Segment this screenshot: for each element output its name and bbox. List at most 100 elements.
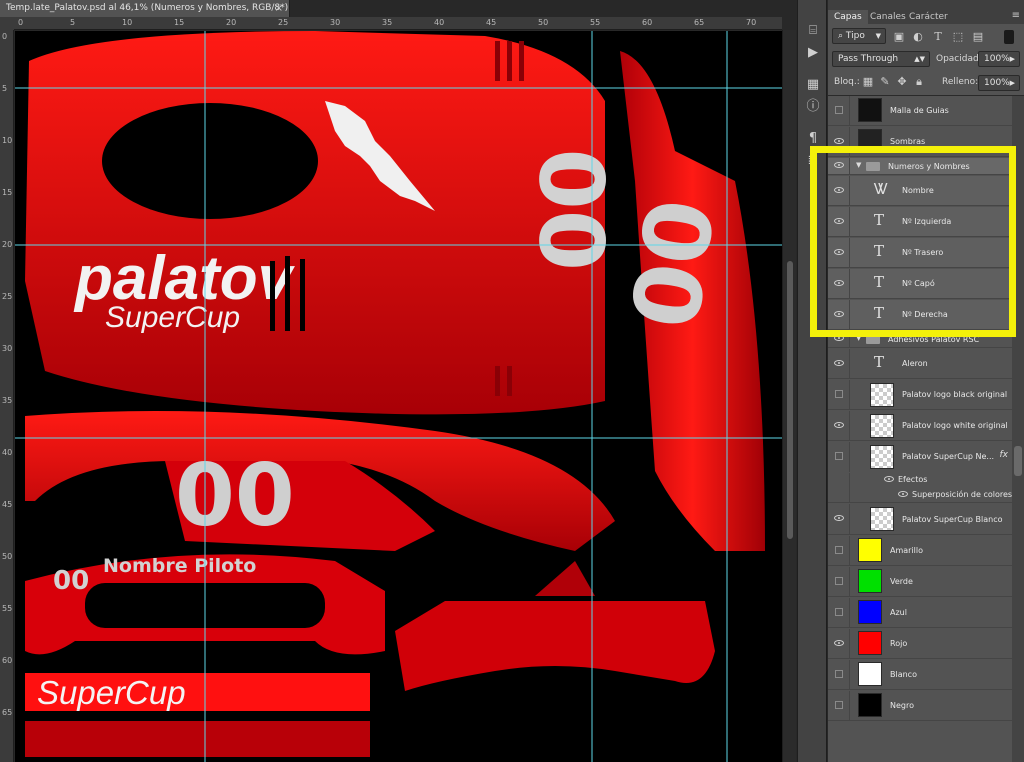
effects-label: Efectos <box>898 475 928 484</box>
layer-name: Palatov logo black original <box>902 390 1008 399</box>
tab-caracter[interactable]: Carácter <box>903 10 954 24</box>
layer-row[interactable]: T Aleron <box>828 349 1012 379</box>
layer-name: Amarillo <box>890 546 924 555</box>
ruler-top-tick: 10 <box>122 18 133 27</box>
highlight-annotation-box <box>810 146 1016 337</box>
document-tab[interactable]: Temp.late_Palatov.psd al 46,1% (Numeros … <box>0 0 290 17</box>
filter-text-icon[interactable]: T <box>931 30 945 44</box>
filter-search-icon: ⌕ <box>838 31 846 41</box>
history-icon[interactable]: ⌸ <box>804 22 822 40</box>
hood-vent-2 <box>507 41 512 81</box>
layer-row[interactable]: Amarillo <box>828 536 1012 566</box>
layer-visibility-toggle[interactable] <box>828 504 850 534</box>
filter-smart-icon[interactable]: ▤ <box>971 30 985 44</box>
layer-visibility-toggle[interactable] <box>828 629 850 658</box>
layer-row[interactable]: Palatov SuperCup Ne... fx <box>828 442 1012 472</box>
layer-visibility-toggle[interactable] <box>828 567 850 596</box>
effect-row[interactable]: Superposición de colores <box>828 487 1012 503</box>
layer-visibility-toggle[interactable] <box>828 96 850 125</box>
fx-icon[interactable]: fx <box>1000 450 1009 460</box>
layer-visibility-toggle[interactable] <box>828 349 850 378</box>
ruler-top-tick: 0 <box>18 18 24 27</box>
opacity-value: 100% <box>984 54 1010 64</box>
layer-row[interactable]: Rojo <box>828 629 1012 659</box>
hidden-box-icon <box>835 390 843 398</box>
ruler-top[interactable]: 0 5 10 15 20 25 30 35 40 45 50 55 60 65 70 <box>14 17 782 30</box>
ruler-left[interactable]: 0 5 10 15 20 25 30 35 40 45 50 55 60 65 <box>0 30 14 762</box>
hidden-box-icon <box>835 608 843 616</box>
layer-name: Malla de Guias <box>890 106 949 115</box>
layers-scroll-thumb[interactable] <box>1014 446 1022 476</box>
layer-visibility-toggle[interactable] <box>828 442 850 472</box>
layer-row[interactable]: Palatov logo white original <box>828 411 1012 441</box>
layer-name: Azul <box>890 608 907 617</box>
layer-visibility-toggle[interactable] <box>828 473 894 487</box>
opacity-input[interactable]: 100% ▶ <box>978 51 1020 67</box>
layer-row[interactable]: Malla de Guias <box>828 96 1012 126</box>
filter-adjust-icon[interactable]: ◐ <box>911 30 925 44</box>
document-area: Temp.late_Palatov.psd al 46,1% (Numeros … <box>0 0 796 762</box>
layer-name: Negro <box>890 701 914 710</box>
layer-visibility-toggle[interactable] <box>828 598 850 627</box>
ruler-left-tick: 35 <box>2 396 13 405</box>
filter-toggle[interactable] <box>1004 30 1014 44</box>
actions-play-icon[interactable]: ▶ <box>804 44 822 62</box>
layer-thumbnail <box>870 383 894 407</box>
filter-kind-select[interactable]: ⌕ Tipo ▼ <box>832 28 886 44</box>
lock-move-icon[interactable]: ✥ <box>895 75 909 89</box>
ruler-corner <box>0 17 14 30</box>
close-tab-icon[interactable]: × <box>275 0 283 17</box>
layer-visibility-toggle[interactable] <box>828 536 850 565</box>
lock-all-icon[interactable]: 🔒︎ <box>912 75 926 89</box>
layer-visibility-toggle[interactable] <box>828 411 850 440</box>
effects-row[interactable]: Efectos <box>828 473 1012 487</box>
chevron-down-icon: ▶ <box>1009 55 1015 63</box>
tab-capas[interactable]: Capas <box>828 10 868 24</box>
layer-row[interactable]: Blanco <box>828 660 1012 690</box>
ruler-top-tick: 25 <box>278 18 289 27</box>
ruler-top-tick: 70 <box>746 18 757 27</box>
ruler-left-tick: 65 <box>2 708 13 717</box>
panel-menu-icon[interactable]: ≡ <box>1012 10 1020 21</box>
ruler-left-tick: 40 <box>2 448 13 457</box>
layer-visibility-toggle[interactable] <box>828 380 850 409</box>
layer-row[interactable]: Palatov SuperCup Blanco <box>828 504 1012 535</box>
driver-name-label: Nombre Piloto <box>103 555 256 577</box>
layer-thumbnail <box>870 414 894 438</box>
layer-visibility-toggle[interactable] <box>828 691 850 720</box>
eye-icon <box>898 491 908 497</box>
ruler-top-tick: 20 <box>226 18 237 27</box>
fill-input[interactable]: 100% ▶ <box>978 75 1020 91</box>
layer-row[interactable]: Negro <box>828 691 1012 721</box>
layer-thumbnail <box>858 538 882 562</box>
layer-name: Verde <box>890 577 913 586</box>
canvas[interactable]: palatov SuperCup 00 00 00 00 Nombre Pilo… <box>15 31 782 762</box>
ruler-top-tick: 50 <box>538 18 549 27</box>
ruler-left-tick: 10 <box>2 136 13 145</box>
door-number: 00 <box>175 446 295 546</box>
filter-shape-icon[interactable]: ⬚ <box>951 30 965 44</box>
layer-row[interactable]: Palatov logo black original <box>828 380 1012 410</box>
panel-dock-strip: ⌸ ▶ ▦ ⓘ ¶ ≣ <box>797 0 827 762</box>
layer-row[interactable]: Verde <box>828 567 1012 597</box>
layer-name: Aleron <box>902 359 928 368</box>
hidden-box-icon <box>835 701 843 709</box>
info-icon[interactable]: ⓘ <box>804 98 822 116</box>
canvas-scroll-thumb[interactable] <box>786 260 794 540</box>
filter-pixel-icon[interactable]: ▣ <box>892 30 906 44</box>
layer-visibility-toggle[interactable] <box>828 660 850 689</box>
canvas-vertical-scrollbar[interactable] <box>782 30 796 762</box>
layer-name: Blanco <box>890 670 917 679</box>
hood-sub-text: SuperCup <box>105 301 240 334</box>
effect-name: Superposición de colores <box>912 490 1013 499</box>
swatches-icon[interactable]: ▦ <box>804 76 822 94</box>
lock-label: Bloq.: <box>834 77 860 87</box>
lock-paint-icon[interactable]: ✎ <box>878 75 892 89</box>
lock-transparency-icon[interactable]: ▦ <box>861 75 875 89</box>
layer-row[interactable]: Azul <box>828 598 1012 628</box>
blend-mode-select[interactable]: Pass Through ▲▼ <box>832 51 930 67</box>
filter-kind-value: Tipo <box>845 31 865 41</box>
layer-visibility-toggle[interactable] <box>828 487 908 502</box>
ruler-left-tick: 20 <box>2 240 13 249</box>
layer-thumbnail <box>858 569 882 593</box>
